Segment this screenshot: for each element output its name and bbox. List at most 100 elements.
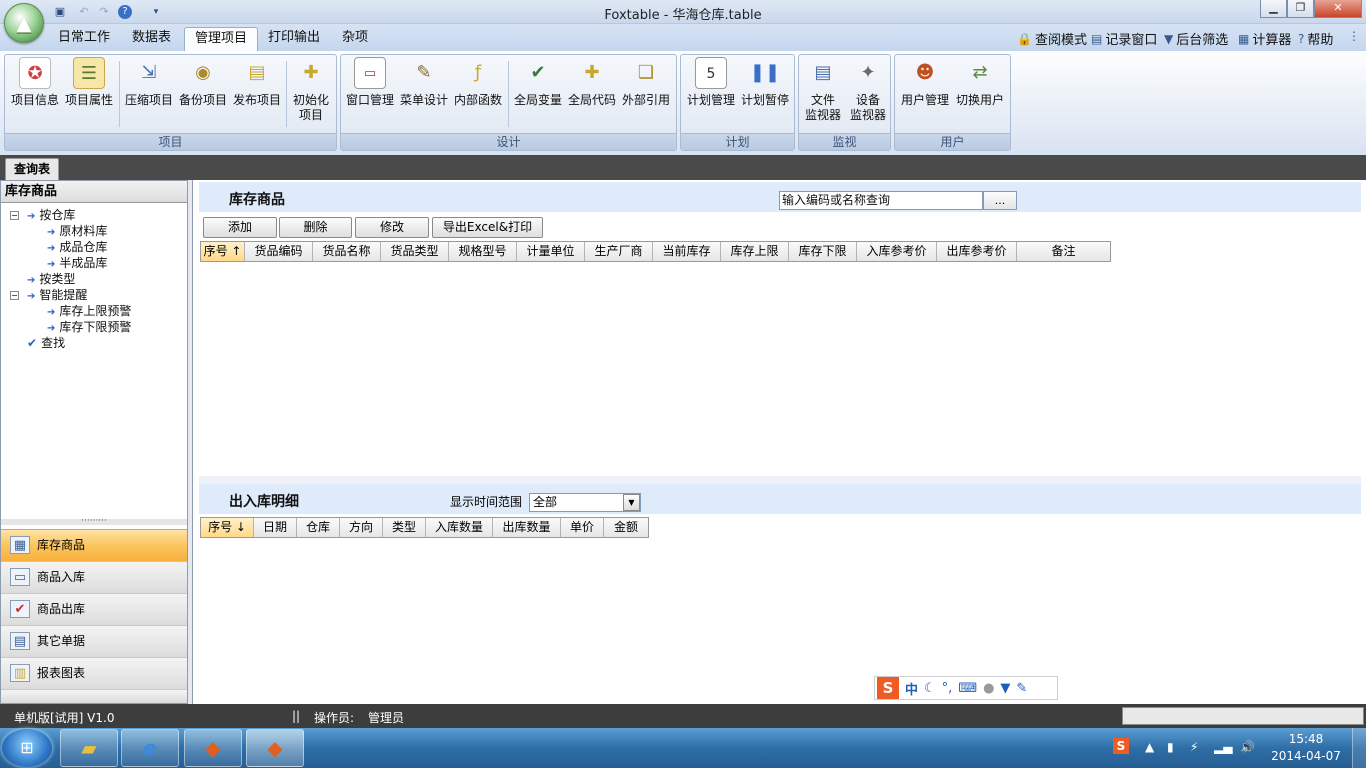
tree-node-search[interactable]: ✔ 查找: [27, 335, 65, 351]
detail-grid-header: 序号 ↓ 日期 仓库 方向 类型 入库数量 出库数量 单价 金额: [200, 517, 649, 538]
nav-goods-outbound[interactable]: ✔ 商品出库: [1, 593, 187, 625]
user-manage-button[interactable]: ☻ 用户管理: [898, 57, 952, 108]
foxtable-active-taskbar-icon[interactable]: ◆: [246, 729, 304, 767]
global-code-button[interactable]: ✚ 全局代码: [565, 57, 619, 108]
compress-project-button[interactable]: ⇲ 压缩项目: [122, 57, 176, 108]
file-monitor-button[interactable]: ▤ 文件 监视器: [798, 57, 848, 123]
nav-reports-charts[interactable]: ▥ 报表图表: [1, 657, 187, 689]
tab-manage-project[interactable]: 管理项目: [184, 27, 259, 51]
overflow-icon[interactable]: ⋮: [1348, 29, 1360, 43]
usb-tray-icon[interactable]: ▮: [1167, 740, 1174, 754]
export-print-button[interactable]: 导出Excel&打印: [432, 217, 543, 238]
column-header[interactable]: 入库参考价: [857, 242, 937, 261]
project-info-button[interactable]: ✪ 项目信息: [8, 57, 62, 108]
nav-more[interactable]: [1, 689, 187, 703]
power-tray-icon[interactable]: ⚡: [1190, 740, 1198, 754]
help-button[interactable]: ? 帮助: [1298, 29, 1333, 49]
column-header[interactable]: 库存下限: [789, 242, 857, 261]
column-header[interactable]: 类型: [383, 518, 426, 537]
delete-button[interactable]: 删除: [279, 217, 352, 238]
edition-text: 单机版[试用] V1.0: [14, 711, 115, 725]
close-button[interactable]: ✕: [1314, 0, 1362, 18]
column-header[interactable]: 计量单位: [517, 242, 585, 261]
column-header[interactable]: 出库参考价: [937, 242, 1017, 261]
network-tray-icon[interactable]: ▂▄: [1214, 740, 1232, 754]
column-header[interactable]: 货品名称: [313, 242, 381, 261]
sogou-logo-icon[interactable]: S: [877, 677, 899, 699]
dropdown-arrow-icon[interactable]: ▼: [623, 494, 640, 511]
search-button[interactable]: ...: [983, 191, 1017, 210]
external-reference-button[interactable]: ❏ 外部引用: [619, 57, 673, 108]
volume-tray-icon[interactable]: 🔊: [1240, 740, 1255, 754]
column-header[interactable]: 货品类型: [381, 242, 449, 261]
device-monitor-button[interactable]: ✦ 设备 监视器: [843, 57, 893, 123]
nav-other-documents[interactable]: ▤ 其它单据: [1, 625, 187, 657]
nav-stock-goods[interactable]: ▦ 库存商品: [1, 529, 187, 561]
tab-data-table[interactable]: 数据表: [122, 27, 181, 51]
column-header[interactable]: 备注: [1017, 242, 1110, 261]
stock-grid-body[interactable]: [200, 262, 1362, 474]
app-logo-icon[interactable]: ▲: [4, 3, 44, 43]
restore-button[interactable]: ❐: [1287, 0, 1314, 18]
search-input[interactable]: 输入编码或名称查询: [779, 191, 983, 210]
start-button[interactable]: ⊞: [2, 729, 52, 767]
column-header[interactable]: 方向: [340, 518, 383, 537]
tab-misc[interactable]: 杂项: [332, 27, 378, 51]
sogou-tray-icon[interactable]: S: [1113, 738, 1129, 754]
column-header[interactable]: 货品编码: [245, 242, 313, 261]
column-header[interactable]: 规格型号: [449, 242, 517, 261]
column-header[interactable]: 日期: [254, 518, 297, 537]
column-header[interactable]: 序号 ↓: [201, 518, 254, 537]
column-header[interactable]: 单价: [561, 518, 604, 537]
menu-design-button[interactable]: ✎ 菜单设计: [397, 57, 451, 108]
tab-daily-work[interactable]: 日常工作: [48, 27, 120, 51]
column-header[interactable]: 库存上限: [721, 242, 789, 261]
taskbar-clock[interactable]: 15:48 2014-04-07: [1268, 731, 1344, 765]
user-icon[interactable]: ●: [983, 681, 994, 696]
column-header[interactable]: 仓库: [297, 518, 340, 537]
column-header[interactable]: 当前库存: [653, 242, 721, 261]
explorer-taskbar-icon[interactable]: ▰: [60, 729, 118, 767]
tray-expand-icon[interactable]: ▲: [1145, 740, 1154, 754]
window-title: Foxtable - 华海仓库.table: [604, 8, 762, 23]
detail-grid-body[interactable]: [200, 538, 1362, 702]
calculator-button[interactable]: ▦ 计算器: [1238, 29, 1291, 49]
switch-user-button[interactable]: ⇄ 切换用户: [953, 57, 1007, 108]
backup-project-button[interactable]: ◉ 备份项目: [176, 57, 230, 108]
minimize-button[interactable]: ▁: [1260, 0, 1287, 18]
tree-collapse-icon[interactable]: −: [10, 211, 19, 220]
tab-print-output[interactable]: 打印输出: [258, 27, 330, 51]
record-window-button[interactable]: ▤ 记录窗口: [1091, 29, 1157, 49]
shirt-icon[interactable]: ▼: [1000, 681, 1010, 696]
initialize-project-button[interactable]: ✚ 初始化 项目: [284, 57, 338, 123]
project-properties-button[interactable]: ☰ 项目属性: [62, 57, 116, 108]
wrench-icon[interactable]: ✎: [1016, 681, 1027, 696]
nav-goods-inbound[interactable]: ▭ 商品入库: [1, 561, 187, 593]
foxtable-taskbar-icon[interactable]: ◆: [184, 729, 242, 767]
internal-function-button[interactable]: ƒ 内部函数: [451, 57, 505, 108]
ime-mode[interactable]: 中: [905, 679, 918, 698]
column-header[interactable]: 出库数量: [493, 518, 561, 537]
query-mode-button[interactable]: 🔒 查阅模式: [1017, 29, 1087, 49]
add-button[interactable]: 添加: [203, 217, 277, 238]
column-header[interactable]: 生产厂商: [585, 242, 653, 261]
panel-splitter[interactable]: ·········: [1, 517, 187, 526]
publish-project-button[interactable]: ▤ 发布项目: [230, 57, 284, 108]
column-header[interactable]: 金额: [604, 518, 648, 537]
plan-manage-button[interactable]: 5 计划管理: [684, 57, 738, 108]
background-filter-button[interactable]: ▼ 后台筛选: [1164, 29, 1228, 49]
plan-pause-button[interactable]: ❚❚ 计划暂停: [738, 57, 792, 108]
punct-icon[interactable]: °,: [942, 681, 953, 696]
keyboard-icon[interactable]: ⌨: [958, 681, 977, 696]
global-variable-button[interactable]: ✔ 全局变量: [511, 57, 565, 108]
window-manage-button[interactable]: ▭ 窗口管理: [343, 57, 397, 108]
calculator-icon: ▦: [1238, 31, 1250, 46]
moon-icon[interactable]: ☾: [924, 681, 936, 696]
column-header[interactable]: 序号 ↑: [201, 242, 245, 261]
edit-button[interactable]: 修改: [355, 217, 429, 238]
column-header[interactable]: 入库数量: [426, 518, 493, 537]
tree-collapse-icon[interactable]: −: [10, 291, 19, 300]
tab-query-table[interactable]: 查询表: [5, 158, 60, 180]
ie-taskbar-icon[interactable]: e: [121, 729, 179, 767]
show-desktop-button[interactable]: [1352, 728, 1366, 768]
